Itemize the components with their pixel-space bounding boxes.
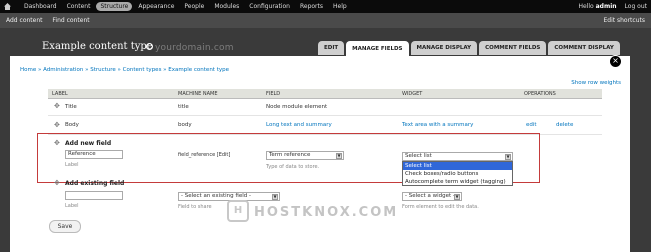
- chevron-down-icon: ▼: [272, 194, 278, 200]
- drag-handle-icon[interactable]: ✥: [54, 122, 60, 129]
- menu-item-reports[interactable]: Reports: [296, 2, 327, 11]
- row-label: Title: [65, 104, 77, 110]
- tab-comment-display[interactable]: COMMENT DISPLAY: [548, 41, 620, 55]
- watermark-domain: yourdomain.com: [155, 43, 234, 53]
- close-overlay-button[interactable]: ×: [609, 55, 622, 68]
- existing-widget-placeholder: - Select a widget -: [405, 193, 455, 199]
- logout-link[interactable]: Log out: [625, 3, 647, 10]
- widget-dropdown-list: Select list Check boxes/radio buttons Au…: [402, 161, 513, 186]
- widget-option-checkboxes[interactable]: Check boxes/radio buttons: [403, 170, 512, 178]
- tabs: EDIT MANAGE FIELDS MANAGE DISPLAY COMMEN…: [318, 41, 622, 56]
- new-field-label-input[interactable]: Reference: [65, 150, 123, 159]
- menu-item-content[interactable]: Content: [63, 2, 95, 11]
- shortcut-star-icon[interactable]: [146, 43, 153, 50]
- drag-handle-icon[interactable]: ✥: [54, 103, 60, 110]
- shortcuts-bar: Add content Find content Edit shortcuts: [0, 13, 651, 28]
- row-delete-link[interactable]: delete: [556, 122, 573, 128]
- add-existing-field-heading: Add existing field: [65, 180, 125, 187]
- widget-select-value: Select list: [405, 153, 432, 159]
- watermark-hostknox: HOSTKNOX.COM: [254, 205, 399, 220]
- breadcrumb[interactable]: Home » Administration » Structure » Cont…: [20, 67, 229, 73]
- existing-widget-select[interactable]: - Select a widget - ▼: [402, 192, 462, 201]
- user-area: Hello admin Log out: [578, 0, 647, 13]
- existing-field-label-input[interactable]: [65, 191, 123, 200]
- header-machine-name: MACHINE NAME: [178, 91, 218, 97]
- field-type-select[interactable]: Term reference ▼: [266, 151, 344, 160]
- shortcut-add-content[interactable]: Add content: [6, 17, 43, 24]
- row-field-link[interactable]: Long text and summary: [266, 122, 332, 128]
- add-new-field-heading: Add new field: [65, 140, 112, 147]
- tab-manage-display[interactable]: MANAGE DISPLAY: [410, 41, 478, 55]
- show-row-weights-link[interactable]: Show row weights: [571, 80, 621, 86]
- hello-text: Hello: [578, 3, 594, 10]
- admin-toolbar: Dashboard Content Structure Appearance P…: [0, 0, 651, 13]
- menu-item-structure[interactable]: Structure: [96, 2, 133, 11]
- row-label: Body: [65, 122, 79, 128]
- tab-manage-fields[interactable]: MANAGE FIELDS: [346, 41, 409, 56]
- field-type-value: Term reference: [269, 152, 311, 158]
- chevron-down-icon: ▼: [454, 194, 460, 200]
- row-widget-link[interactable]: Text area with a summary: [402, 122, 473, 128]
- row-machine-name: body: [178, 122, 192, 128]
- new-field-label-caption: Label: [65, 162, 79, 168]
- header-field: FIELD: [266, 91, 281, 97]
- username-link[interactable]: admin: [596, 3, 617, 10]
- header-widget: WIDGET: [402, 91, 423, 97]
- home-icon[interactable]: [3, 2, 12, 11]
- menu-item-help[interactable]: Help: [329, 2, 351, 11]
- widget-option-select-list[interactable]: Select list: [403, 162, 512, 170]
- admin-menu: Dashboard Content Structure Appearance P…: [20, 0, 353, 13]
- tab-edit[interactable]: EDIT: [318, 41, 345, 55]
- header-operations: OPERATIONS: [524, 91, 556, 97]
- new-field-machine-name[interactable]: field_reference [Edit]: [178, 152, 230, 158]
- hostknox-logo-icon: H: [227, 200, 249, 222]
- widget-option-autocomplete[interactable]: Autocomplete term widget (tagging): [403, 178, 512, 186]
- field-type-description: Type of data to store.: [266, 164, 320, 170]
- chevron-down-icon: ▼: [336, 153, 342, 159]
- menu-item-people[interactable]: People: [180, 2, 208, 11]
- existing-field-placeholder: - Select an existing field -: [181, 193, 251, 199]
- row-machine-name: title: [178, 104, 189, 110]
- drag-handle-icon[interactable]: ✥: [54, 180, 60, 187]
- table-header: LABEL MACHINE NAME FIELD WIDGET OPERATIO…: [48, 89, 602, 99]
- existing-widget-description: Form element to edit the data.: [402, 204, 479, 210]
- page-title: Example content type: [42, 41, 153, 52]
- menu-item-dashboard[interactable]: Dashboard: [20, 2, 61, 11]
- existing-field-label-caption: Label: [65, 203, 79, 209]
- row-edit-link[interactable]: edit: [526, 122, 537, 128]
- save-button[interactable]: Save: [49, 220, 81, 233]
- drag-handle-icon[interactable]: ✥: [54, 140, 60, 147]
- header-label: LABEL: [52, 91, 68, 97]
- menu-item-modules[interactable]: Modules: [210, 2, 243, 11]
- chevron-down-icon: ▼: [505, 154, 511, 160]
- menu-item-appearance[interactable]: Appearance: [134, 2, 178, 11]
- menu-item-configuration[interactable]: Configuration: [245, 2, 294, 11]
- tab-comment-fields[interactable]: COMMENT FIELDS: [479, 41, 547, 55]
- table-row: ✥ Title title Node module element: [48, 99, 602, 116]
- row-field: Node module element: [266, 104, 328, 110]
- shortcut-find-content[interactable]: Find content: [52, 17, 89, 24]
- edit-shortcuts-link[interactable]: Edit shortcuts: [603, 17, 645, 24]
- widget-select[interactable]: Select list ▼: [402, 152, 513, 161]
- existing-field-description: Field to share: [178, 204, 212, 210]
